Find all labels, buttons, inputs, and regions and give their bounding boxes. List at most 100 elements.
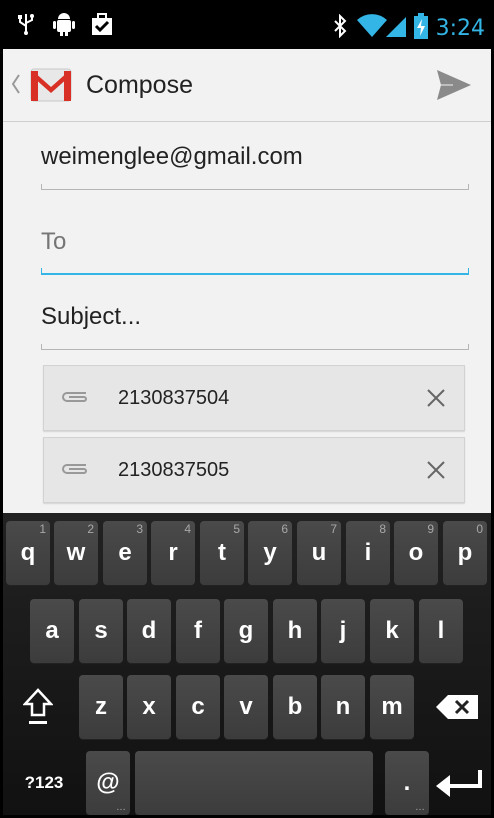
key-q[interactable]: q1 bbox=[6, 521, 50, 585]
symbols-key[interactable]: ?123 bbox=[6, 751, 82, 815]
key-label: j bbox=[339, 617, 347, 644]
key-c[interactable]: c bbox=[176, 675, 220, 739]
key-at[interactable]: @… bbox=[86, 751, 130, 815]
key-label: a bbox=[45, 617, 59, 644]
status-bar: 3:24 bbox=[3, 3, 491, 49]
app-frame: 3:24 Compose weimenglee@gmail.com To Sub… bbox=[3, 3, 491, 815]
subject-field[interactable]: Subject... bbox=[41, 303, 469, 355]
key-hint: 4 bbox=[184, 522, 191, 536]
close-icon bbox=[427, 389, 445, 407]
key-label: s bbox=[94, 617, 108, 644]
key-t[interactable]: t5 bbox=[200, 521, 244, 585]
to-input[interactable] bbox=[41, 225, 461, 259]
key-period[interactable]: .… bbox=[385, 751, 429, 815]
attachment-name: 2130837504 bbox=[118, 387, 230, 409]
attachment-item[interactable]: 2130837505 bbox=[43, 437, 465, 503]
status-time: 3:24 bbox=[435, 16, 485, 41]
enter-icon bbox=[436, 770, 482, 797]
gmail-icon[interactable] bbox=[27, 63, 75, 110]
key-m[interactable]: m bbox=[370, 675, 414, 739]
key-label: ?123 bbox=[24, 773, 64, 792]
subject-value: Subject... bbox=[41, 303, 142, 330]
usb-icon bbox=[15, 11, 37, 37]
action-bar: Compose bbox=[3, 49, 491, 122]
subject-underline bbox=[41, 344, 469, 350]
key-y[interactable]: y6 bbox=[248, 521, 292, 585]
key-label: w bbox=[66, 539, 86, 566]
attachment-item[interactable]: 2130837504 bbox=[43, 365, 465, 431]
key-a[interactable]: a bbox=[30, 599, 74, 663]
key-i[interactable]: i8 bbox=[346, 521, 390, 585]
key-label: i bbox=[364, 539, 372, 566]
more-keys-dots: … bbox=[116, 802, 126, 813]
key-label: e bbox=[118, 539, 132, 566]
shift-key[interactable] bbox=[6, 675, 70, 739]
to-underline bbox=[41, 268, 469, 275]
key-label: n bbox=[335, 693, 351, 720]
key-z[interactable]: z bbox=[79, 675, 123, 739]
up-caret-icon[interactable] bbox=[11, 73, 21, 100]
from-value: weimenglee@gmail.com bbox=[41, 143, 303, 170]
battery-charging-icon bbox=[413, 13, 428, 44]
key-label: h bbox=[287, 617, 303, 644]
key-x[interactable]: x bbox=[127, 675, 171, 739]
remove-attachment-button[interactable] bbox=[424, 458, 448, 482]
send-button[interactable] bbox=[433, 67, 473, 103]
key-r[interactable]: r4 bbox=[151, 521, 195, 585]
key-l[interactable]: l bbox=[419, 599, 463, 663]
backspace-key[interactable] bbox=[427, 675, 487, 739]
key-v[interactable]: v bbox=[224, 675, 268, 739]
key-n[interactable]: n bbox=[321, 675, 365, 739]
more-keys-dots: … bbox=[415, 802, 425, 813]
key-h[interactable]: h bbox=[273, 599, 317, 663]
key-g[interactable]: g bbox=[224, 599, 268, 663]
key-label: v bbox=[239, 693, 253, 720]
key-label: x bbox=[142, 693, 156, 720]
key-o[interactable]: o9 bbox=[394, 521, 438, 585]
signal-icon bbox=[385, 14, 406, 43]
key-label: u bbox=[311, 539, 327, 566]
key-u[interactable]: u7 bbox=[297, 521, 341, 585]
from-underline bbox=[41, 184, 469, 190]
key-label: @ bbox=[96, 769, 120, 796]
key-hint: 2 bbox=[87, 522, 94, 536]
key-label: d bbox=[141, 617, 157, 644]
key-label: b bbox=[287, 693, 303, 720]
paperclip-icon bbox=[60, 388, 90, 411]
send-icon bbox=[437, 70, 471, 100]
key-hint: 0 bbox=[476, 522, 483, 536]
key-hint: 3 bbox=[136, 522, 143, 536]
shift-icon bbox=[23, 688, 53, 724]
key-f[interactable]: f bbox=[176, 599, 220, 663]
android-debug-icon bbox=[53, 11, 75, 37]
key-p[interactable]: p0 bbox=[443, 521, 487, 585]
key-s[interactable]: s bbox=[79, 599, 123, 663]
key-d[interactable]: d bbox=[127, 599, 171, 663]
to-field[interactable] bbox=[41, 225, 469, 277]
key-hint: 8 bbox=[379, 522, 386, 536]
paperclip-icon bbox=[60, 460, 90, 483]
key-j[interactable]: j bbox=[321, 599, 365, 663]
key-b[interactable]: b bbox=[273, 675, 317, 739]
download-done-icon bbox=[91, 11, 113, 37]
attachment-name: 2130837505 bbox=[118, 459, 230, 481]
key-hint: 9 bbox=[427, 522, 434, 536]
key-hint: 7 bbox=[330, 522, 337, 536]
wifi-icon bbox=[356, 14, 388, 43]
remove-attachment-button[interactable] bbox=[424, 386, 448, 410]
space-key[interactable] bbox=[135, 751, 373, 815]
page-title: Compose bbox=[86, 71, 193, 99]
close-icon bbox=[427, 461, 445, 479]
key-k[interactable]: k bbox=[370, 599, 414, 663]
key-label: q bbox=[20, 539, 36, 566]
key-label: o bbox=[408, 539, 424, 566]
screen: 3:24 Compose weimenglee@gmail.com To Sub… bbox=[0, 0, 494, 818]
key-label: p bbox=[457, 539, 473, 566]
key-e[interactable]: e3 bbox=[103, 521, 147, 585]
key-label: f bbox=[194, 617, 202, 644]
key-label: l bbox=[437, 617, 445, 644]
soft-keyboard: q1 w2 e3 r4 t5 y6 u7 i8 o9 p0 a s d f g … bbox=[3, 513, 491, 815]
from-field[interactable]: weimenglee@gmail.com bbox=[41, 141, 469, 193]
key-w[interactable]: w2 bbox=[54, 521, 98, 585]
enter-key[interactable] bbox=[427, 751, 489, 815]
